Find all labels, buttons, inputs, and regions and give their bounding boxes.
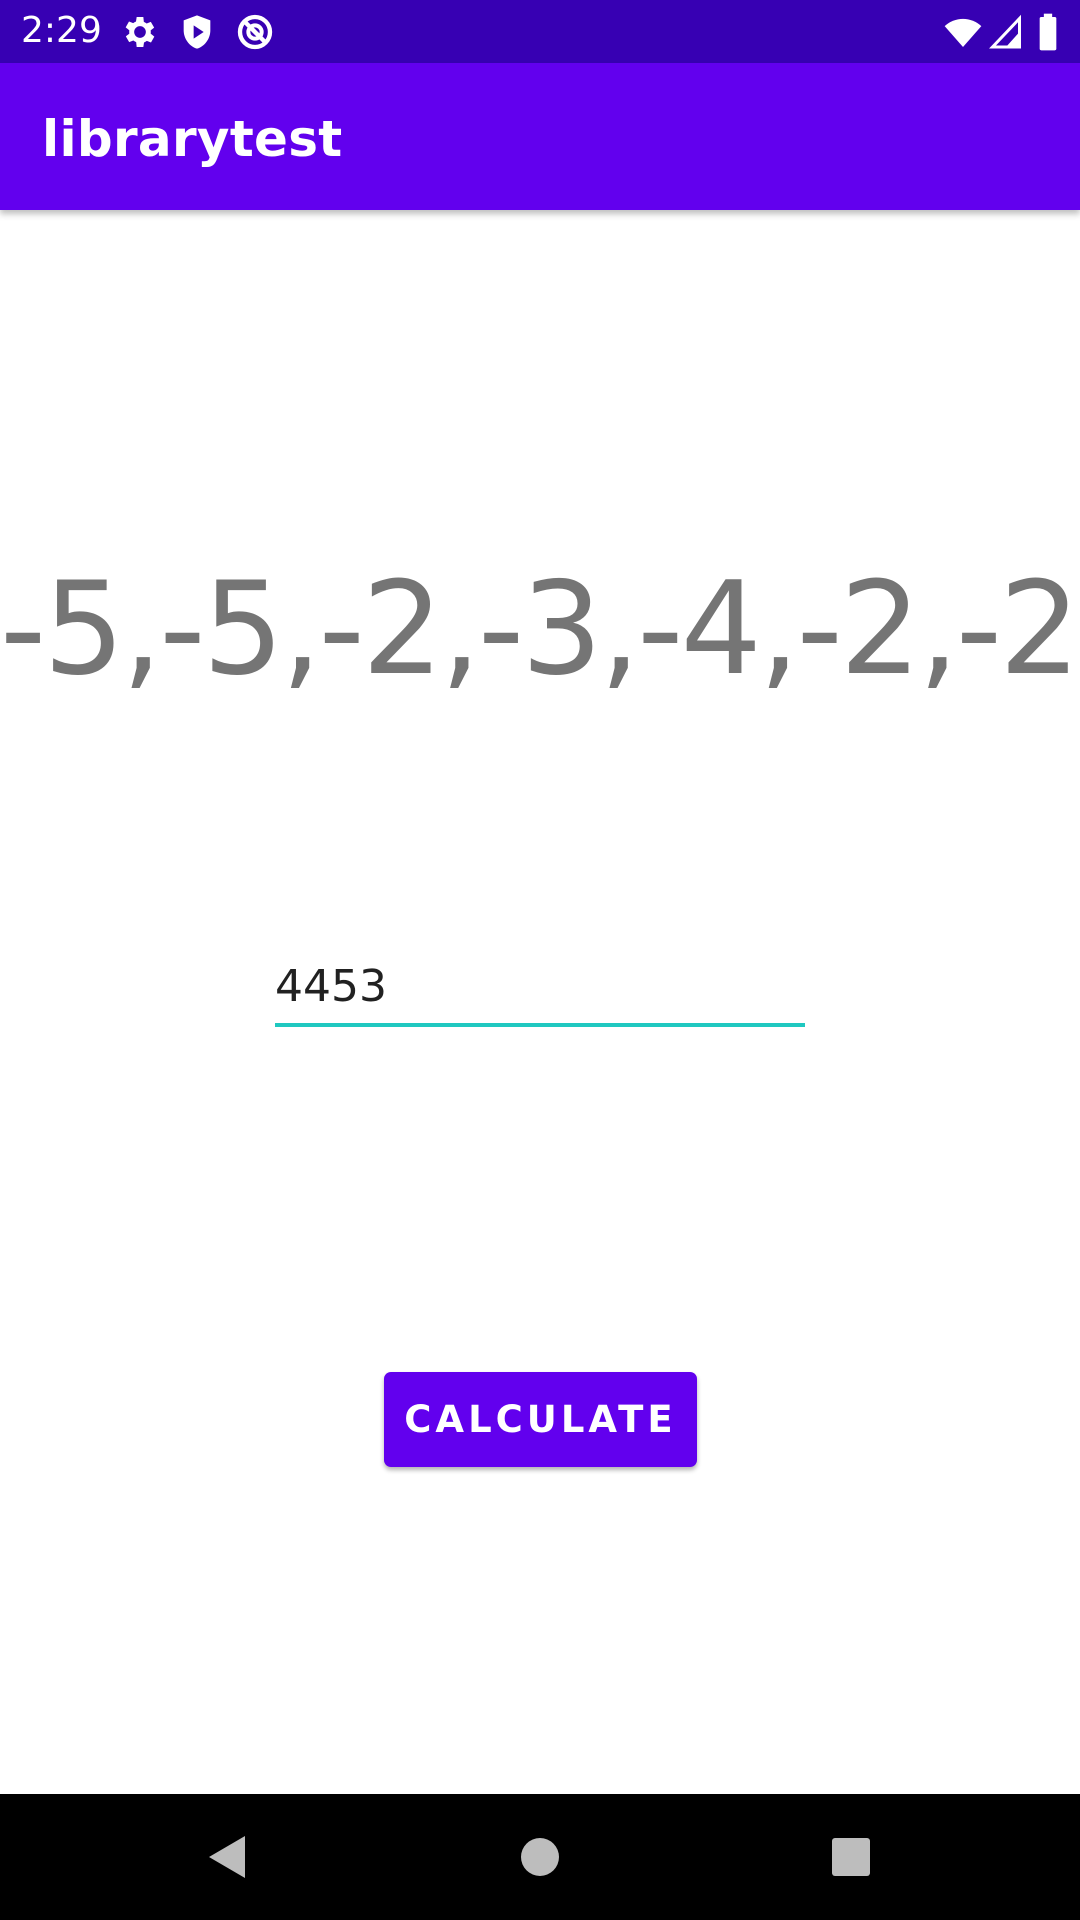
battery-icon [1036, 12, 1060, 52]
number-input[interactable] [275, 950, 805, 1022]
status-time: 2:29 [21, 10, 102, 51]
signal-icon [988, 12, 1024, 52]
result-text: -5,-5,-2,-3,-4,-2,-2, [0, 555, 1080, 704]
back-icon[interactable] [157, 1794, 297, 1920]
circle-slash-icon [235, 12, 275, 52]
home-icon[interactable] [470, 1794, 610, 1920]
wifi-icon [942, 12, 984, 52]
app-bar: librarytest [0, 63, 1080, 210]
settings-gear-icon [120, 12, 160, 52]
navigation-bar [0, 1794, 1080, 1920]
number-input-field[interactable] [275, 950, 805, 1030]
recents-icon[interactable] [781, 1794, 921, 1920]
status-bar: 2:29 [0, 0, 1080, 63]
calculate-button[interactable]: CALCULATE [384, 1372, 697, 1467]
input-underline [275, 1023, 805, 1027]
app-title: librarytest [42, 110, 343, 168]
shield-play-icon [177, 12, 217, 52]
